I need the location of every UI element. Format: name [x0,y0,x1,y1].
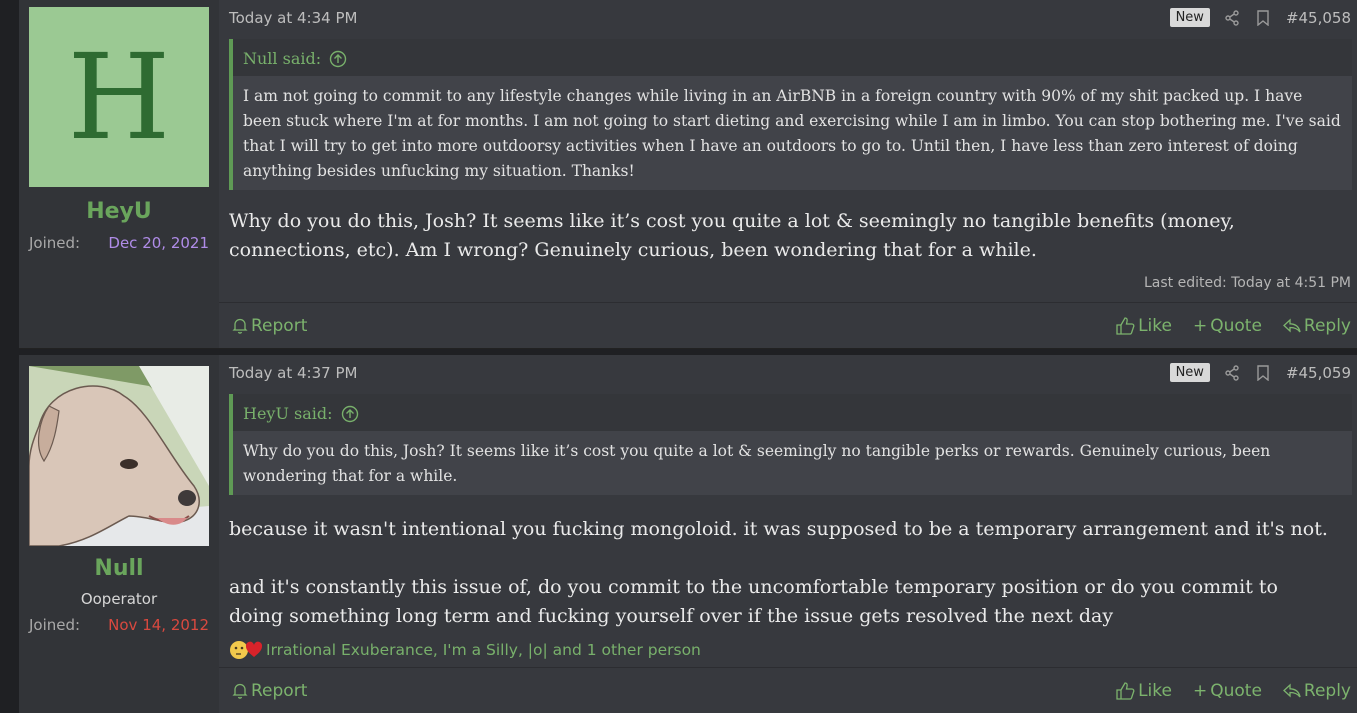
share-icon[interactable] [1224,364,1240,381]
new-badge: New [1169,8,1210,27]
post-number-link[interactable]: #45,059 [1286,364,1351,382]
reply-arrow-icon [1282,683,1301,699]
up-arrow-circle-icon[interactable] [341,405,359,423]
joined-date: Nov 14, 2012 [108,616,209,634]
bell-icon [232,682,248,699]
user-info-panel: Null Ooperator Joined: Nov 14, 2012 [19,355,219,713]
up-arrow-circle-icon[interactable] [329,50,347,68]
report-label: Report [251,315,308,336]
new-badge: New [1169,363,1210,382]
post-45058: H HeyU Joined: Dec 20, 2021 Today at 4:3… [19,0,1357,349]
quote-label: Quote [1210,680,1262,701]
post-45059: Null Ooperator Joined: Nov 14, 2012 Toda… [19,355,1357,713]
reactions-list[interactable]: Irrational Exuberance, I'm a Silly, |o| … [266,641,701,659]
quote-author[interactable]: HeyU said: [243,404,333,423]
post-time[interactable]: Today at 4:34 PM [229,9,357,27]
report-label: Report [251,680,308,701]
quote-block: Null said: I am not going to commit to a… [229,39,1352,190]
post-meta: New #45,058 [1169,8,1351,27]
quote-button[interactable]: + Quote [1193,316,1262,336]
quote-label: Quote [1210,315,1262,336]
joined-label: Joined: [29,616,81,634]
post-footer: Report Like + Quote Reply [219,667,1357,713]
username[interactable]: HeyU [19,199,219,224]
post-number-link[interactable]: #45,058 [1286,9,1351,27]
message-paragraph-1: because it wasn't intentional you fuckin… [229,518,1328,540]
quote-text: I am not going to commit to any lifestyl… [233,76,1352,190]
avatar[interactable]: H [29,7,209,187]
reply-button[interactable]: Reply [1282,315,1351,336]
last-edited[interactable]: Last edited: Today at 4:51 PM [1144,275,1351,291]
post-meta: New #45,059 [1169,363,1351,382]
post-time[interactable]: Today at 4:37 PM [229,364,357,382]
report-button[interactable]: Report [232,681,307,701]
plus-icon: + [1192,680,1208,701]
quote-block: HeyU said: Why do you do this, Josh? It … [229,394,1352,495]
thumbs-up-icon [1116,316,1135,335]
quote-text: Why do you do this, Josh? It seems like … [233,431,1352,495]
avatar[interactable] [29,366,209,546]
like-button[interactable]: Like [1116,681,1172,701]
like-button[interactable]: Like [1116,316,1172,336]
heart-icon [245,641,263,659]
user-title: Ooperator [80,590,158,608]
joined-label: Joined: [29,234,81,252]
reply-label: Reply [1303,680,1351,701]
reactions-bar[interactable]: Irrational Exuberance, I'm a Silly, |o| … [229,640,701,660]
post-footer: Report Like + Quote Reply [219,302,1357,348]
bookmark-icon[interactable] [1256,9,1270,26]
message-paragraph-2: and it's constantly this issue of, do yo… [229,576,1278,627]
post-message: Why do you do this, Josh? It seems like … [229,210,1235,261]
user-info-panel: H HeyU Joined: Dec 20, 2021 [19,0,219,348]
quote-header[interactable]: Null said: [233,39,1352,76]
bookmark-icon[interactable] [1256,364,1270,381]
like-label: Like [1138,680,1172,701]
post-main: Today at 4:34 PM New #45,058 Null said: … [219,0,1357,348]
joined-date: Dec 20, 2021 [108,234,209,252]
reply-label: Reply [1303,315,1351,336]
thumbs-up-icon [1116,681,1135,700]
share-icon[interactable] [1224,9,1240,26]
username[interactable]: Null [19,556,219,581]
quote-header[interactable]: HeyU said: [233,394,1352,431]
like-label: Like [1138,315,1172,336]
post-main: Today at 4:37 PM New #45,059 HeyU said: … [219,355,1357,713]
bell-icon [232,317,248,334]
quote-button[interactable]: + Quote [1193,681,1262,701]
post-message: because it wasn't intentional you fuckin… [229,515,1337,631]
report-button[interactable]: Report [232,316,307,336]
plus-icon: + [1192,315,1208,336]
reply-arrow-icon [1282,318,1301,334]
quote-author[interactable]: Null said: [243,49,321,68]
reply-button[interactable]: Reply [1282,680,1351,701]
